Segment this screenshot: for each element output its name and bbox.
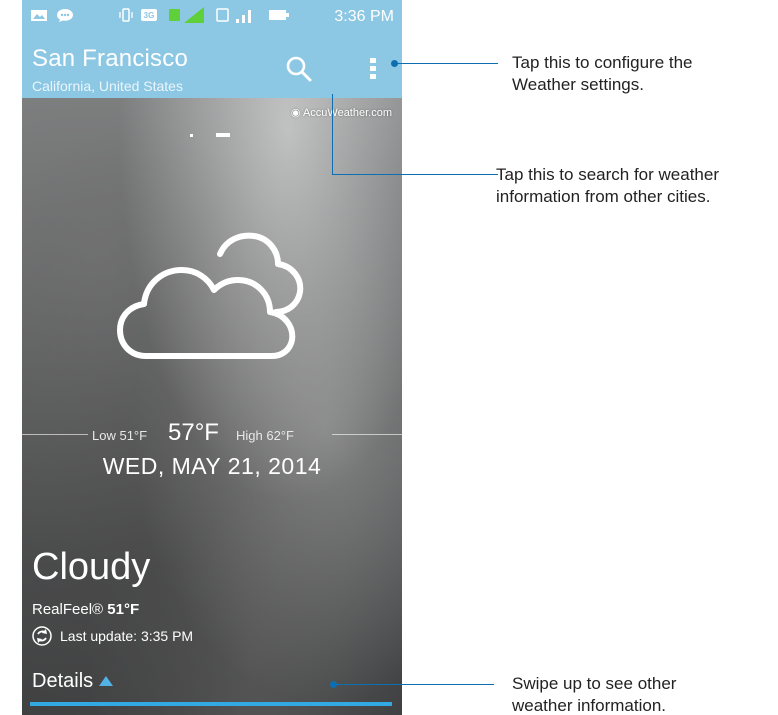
callout-line-settings bbox=[395, 63, 498, 64]
status-bar: 3G 3:36 PM bbox=[22, 0, 402, 34]
gallery-icon bbox=[31, 10, 47, 21]
status-time: 3:36 PM bbox=[334, 8, 394, 25]
accuweather-logo-icon: ◉ bbox=[290, 107, 303, 119]
page-indicator bbox=[190, 133, 230, 137]
temperature-current: 57°F bbox=[168, 419, 219, 446]
triangle-up-icon bbox=[99, 676, 114, 686]
refresh-icon[interactable] bbox=[32, 626, 52, 646]
sim2-signal-icon bbox=[216, 8, 251, 23]
callout-settings-line-1: Tap this to configure the bbox=[512, 53, 693, 72]
sim1-signal-icon bbox=[169, 7, 204, 23]
callout-settings: Tap this to configure the Weather settin… bbox=[512, 52, 693, 96]
callout-details: Swipe up to see other weather informatio… bbox=[512, 673, 676, 715]
accuweather-label: AccuWeather.com bbox=[302, 107, 392, 119]
temperature-divider-left bbox=[22, 434, 88, 435]
vibrate-icon bbox=[119, 8, 133, 22]
details-button[interactable]: Details bbox=[32, 670, 114, 696]
city-header: San Francisco California, United States bbox=[22, 34, 402, 98]
last-update: Last update: 3:35 PM bbox=[60, 628, 194, 644]
callout-line-search-horizontal bbox=[332, 174, 498, 175]
callout-line-search-vertical bbox=[332, 94, 333, 174]
callout-details-line-1: Swipe up to see other bbox=[512, 674, 677, 693]
callout-search-line-1: Tap this to search for weather bbox=[496, 165, 720, 184]
3g-icon: 3G bbox=[141, 9, 157, 21]
temperature-row: Low 51°F 57°F High 62°F bbox=[22, 419, 402, 450]
chat-icon bbox=[57, 9, 73, 22]
realfeel-label: RealFeel® bbox=[32, 601, 104, 618]
forecast-date: WED, MAY 21, 2014 bbox=[102, 453, 322, 479]
temperature-divider-right bbox=[332, 434, 402, 435]
battery-icon bbox=[269, 10, 289, 20]
details-label: Details bbox=[32, 670, 94, 692]
svg-text:3G: 3G bbox=[144, 11, 155, 20]
realfeel: RealFeel® 51°F bbox=[32, 601, 139, 618]
search-icon[interactable] bbox=[284, 54, 314, 84]
realfeel-value: 51°F bbox=[107, 601, 140, 618]
manual-page: 3G 3:36 PM San Francisco California, Uni… bbox=[0, 0, 778, 715]
callout-details-line-2: weather information. bbox=[512, 696, 667, 715]
more-vertical-icon[interactable] bbox=[362, 54, 384, 84]
callout-settings-line-2: Weather settings. bbox=[512, 75, 644, 94]
callout-search: Tap this to search for weather informati… bbox=[496, 164, 719, 208]
cloudy-icon bbox=[117, 232, 304, 359]
phone-screen: 3G 3:36 PM San Francisco California, Uni… bbox=[22, 0, 402, 715]
city-name: San Francisco bbox=[32, 45, 188, 72]
callout-line-details bbox=[334, 684, 494, 685]
temperature-high: High 62°F bbox=[236, 428, 294, 443]
city-region: California, United States bbox=[32, 78, 183, 94]
weather-condition: Cloudy bbox=[32, 546, 151, 588]
details-drag-bar[interactable] bbox=[30, 702, 392, 706]
callout-search-line-2: information from other cities. bbox=[496, 187, 711, 206]
accuweather-credit[interactable]: ◉ AccuWeather.com bbox=[291, 106, 392, 119]
temperature-low: Low 51°F bbox=[92, 428, 148, 443]
